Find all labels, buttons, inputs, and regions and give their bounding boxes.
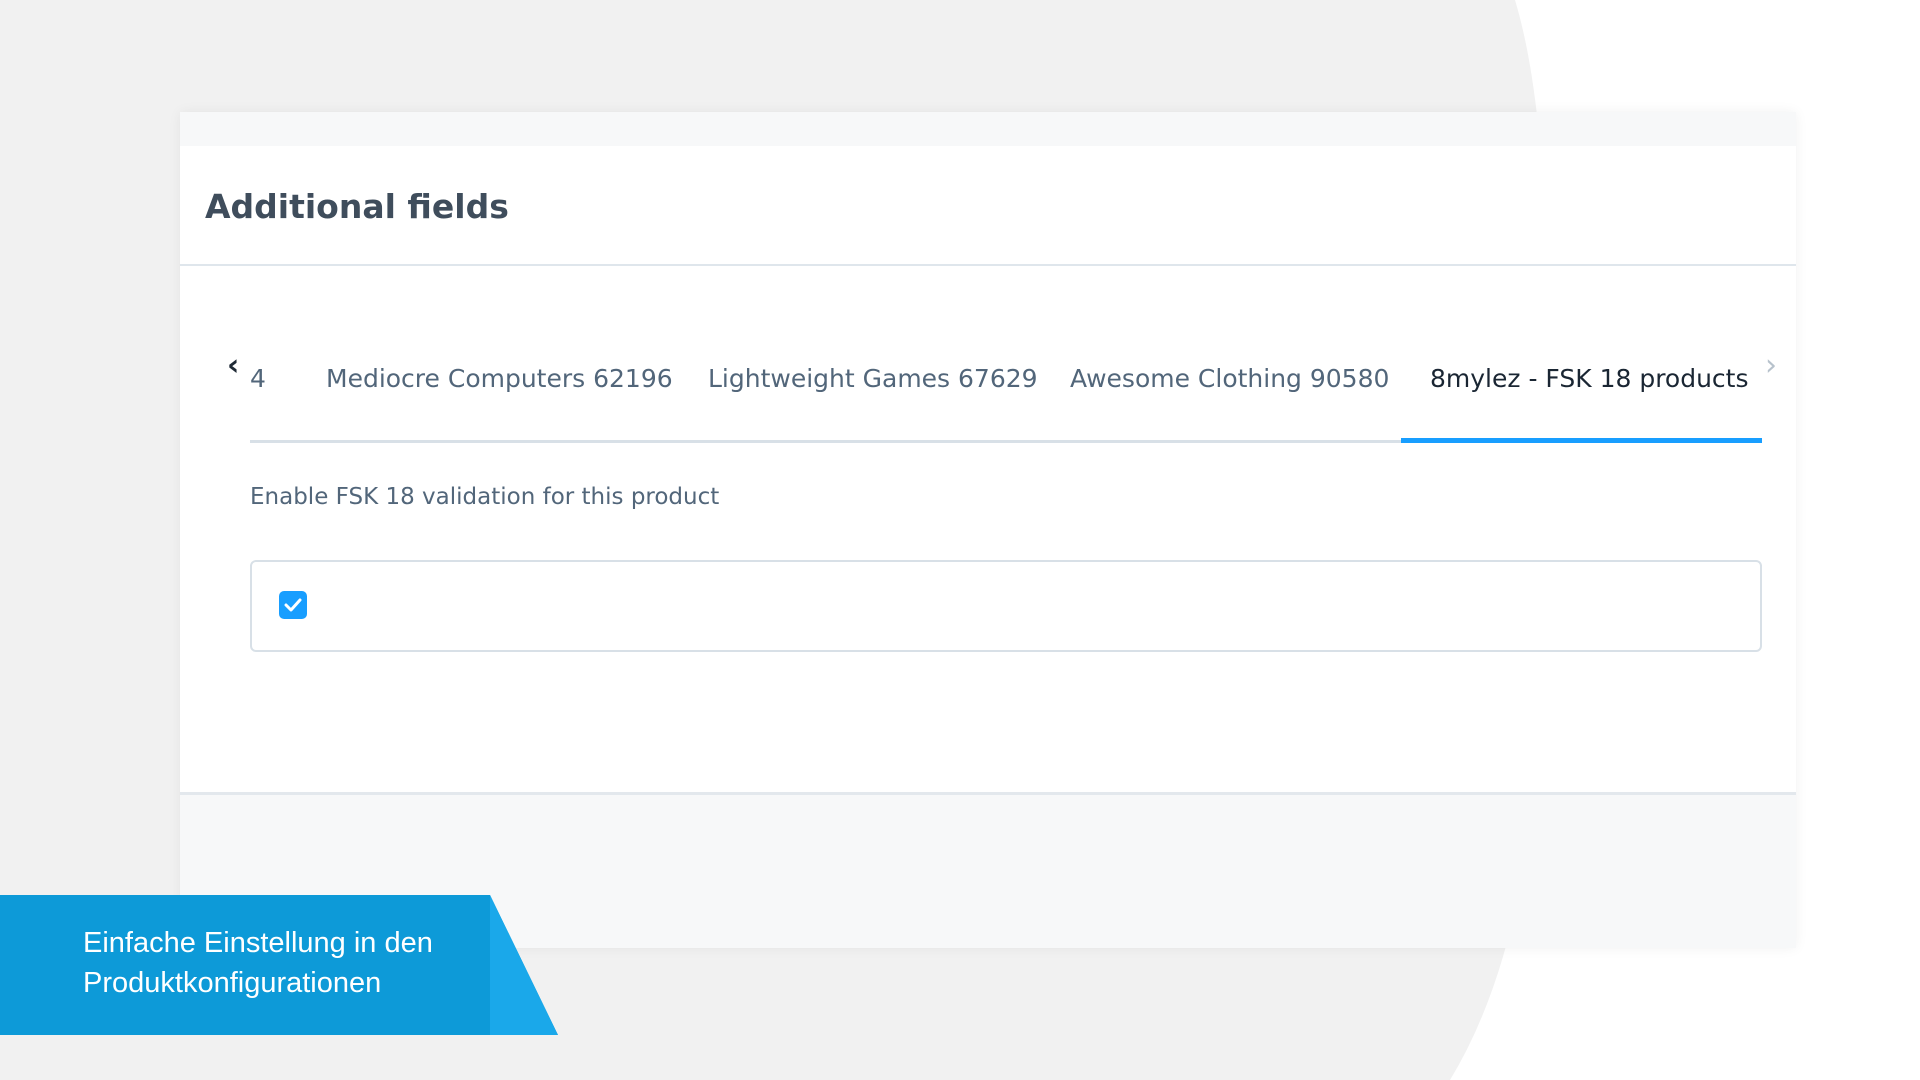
card-top-strip	[180, 112, 1796, 146]
tab-4[interactable]: 4	[250, 364, 266, 394]
checkmark-icon	[284, 598, 302, 612]
tab-awesome-clothing[interactable]: Awesome Clothing 90580	[1070, 364, 1389, 394]
banner-line-1: Einfache Einstellung in den	[83, 927, 433, 959]
tab-fsk-18-products[interactable]: 8mylez - FSK 18 products	[1430, 364, 1749, 394]
banner-text: Einfache Einstellung in den Produktkonfi…	[83, 923, 503, 1003]
fsk-validation-checkbox[interactable]	[279, 591, 307, 619]
banner-line-2: Produktkonfigurationen	[83, 967, 382, 999]
fsk-validation-field	[250, 560, 1762, 652]
active-tab-indicator	[1401, 438, 1762, 443]
tab-lightweight-games[interactable]: Lightweight Games 67629	[708, 364, 1038, 394]
tab-mediocre-computers[interactable]: Mediocre Computers 62196	[326, 364, 673, 394]
promo-banner: Einfache Einstellung in den Produktkonfi…	[0, 895, 560, 1035]
card-header: Additional fields	[180, 146, 1796, 266]
card-title: Additional fields	[205, 187, 509, 226]
fsk-validation-label: Enable FSK 18 validation for this produc…	[250, 484, 720, 510]
chevron-right-icon[interactable]: ›	[1765, 351, 1777, 381]
additional-fields-card: Additional fields ‹ 4 Mediocre Computers…	[180, 112, 1796, 948]
chevron-left-icon[interactable]: ‹	[227, 351, 239, 381]
